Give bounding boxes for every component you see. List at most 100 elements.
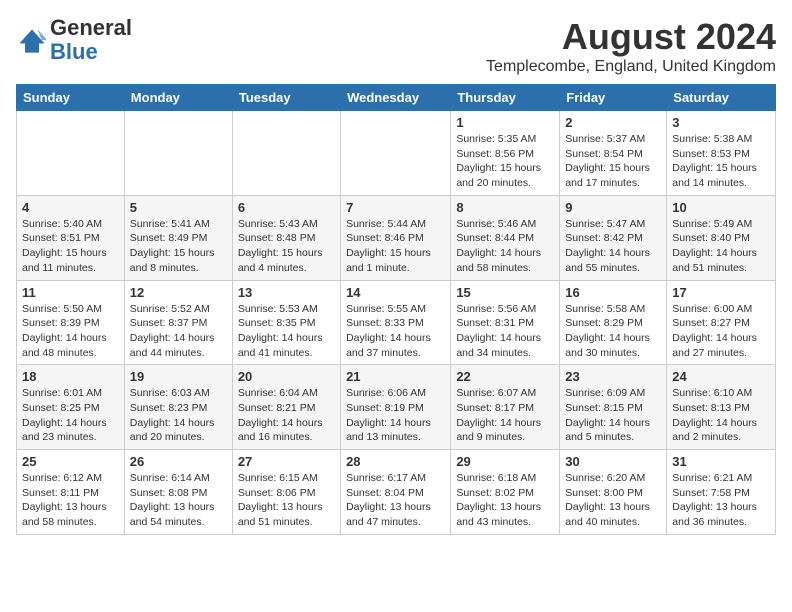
calendar-cell: 11 Sunrise: 5:50 AMSunset: 8:39 PMDayligh… <box>17 280 125 365</box>
calendar-week-4: 18 Sunrise: 6:01 AMSunset: 8:25 PMDayligh… <box>17 365 776 450</box>
calendar-cell: 10Sunrise: 5:49 AMSunset: 8:40 PMDayligh… <box>667 195 776 280</box>
day-info: Sunrise: 5:58 AMSunset: 8:29 PMDaylight:… <box>565 302 661 361</box>
column-header-monday: Monday <box>124 85 232 111</box>
day-info: Sunrise: 6:01 AMSunset: 8:25 PMDaylight:… <box>22 386 119 445</box>
day-number: 12 <box>130 285 227 300</box>
calendar-cell: 22Sunrise: 6:07 AMSunset: 8:17 PMDayligh… <box>451 365 560 450</box>
day-number: 14 <box>346 285 445 300</box>
calendar-cell: 17Sunrise: 6:00 AMSunset: 8:27 PMDayligh… <box>667 280 776 365</box>
calendar-cell: 12 Sunrise: 5:52 AMSunset: 8:37 PMDayligh… <box>124 280 232 365</box>
calendar-cell <box>232 111 340 196</box>
day-number: 22 <box>456 369 554 384</box>
day-info: Sunrise: 5:35 AMSunset: 8:56 PMDaylight:… <box>456 132 554 191</box>
day-number: 4 <box>22 200 119 215</box>
day-number: 26 <box>130 454 227 469</box>
day-info: Sunrise: 5:40 AMSunset: 8:51 PMDaylight:… <box>22 217 119 276</box>
day-number: 27 <box>238 454 335 469</box>
calendar-cell: 19Sunrise: 6:03 AMSunset: 8:23 PMDayligh… <box>124 365 232 450</box>
calendar-cell: 31Sunrise: 6:21 AMSunset: 7:58 PMDayligh… <box>667 450 776 535</box>
column-header-friday: Friday <box>560 85 667 111</box>
calendar-cell: 2 Sunrise: 5:37 AMSunset: 8:54 PMDaylight… <box>560 111 667 196</box>
day-info: Sunrise: 5:52 AMSunset: 8:37 PMDaylight:… <box>130 302 227 361</box>
calendar-body: 1 Sunrise: 5:35 AMSunset: 8:56 PMDaylight… <box>17 111 776 535</box>
calendar-cell: 9 Sunrise: 5:47 AMSunset: 8:42 PMDaylight… <box>560 195 667 280</box>
day-info: Sunrise: 6:04 AMSunset: 8:21 PMDaylight:… <box>238 386 335 445</box>
logo-general: General <box>50 15 132 40</box>
day-info: Sunrise: 6:06 AMSunset: 8:19 PMDaylight:… <box>346 386 445 445</box>
header: General Blue August 2024 Templecombe, En… <box>16 16 776 76</box>
calendar-cell: 13 Sunrise: 5:53 AMSunset: 8:35 PMDayligh… <box>232 280 340 365</box>
calendar-cell: 1 Sunrise: 5:35 AMSunset: 8:56 PMDaylight… <box>451 111 560 196</box>
title-area: August 2024 Templecombe, England, United… <box>486 16 776 76</box>
day-info: Sunrise: 6:18 AMSunset: 8:02 PMDaylight:… <box>456 471 554 530</box>
calendar-cell: 24 Sunrise: 6:10 AMSunset: 8:13 PMDayligh… <box>667 365 776 450</box>
month-year: August 2024 <box>486 16 776 58</box>
day-number: 24 <box>672 369 770 384</box>
day-number: 3 <box>672 115 770 130</box>
day-number: 5 <box>130 200 227 215</box>
day-info: Sunrise: 6:09 AMSunset: 8:15 PMDaylight:… <box>565 386 661 445</box>
day-info: Sunrise: 6:20 AMSunset: 8:00 PMDaylight:… <box>565 471 661 530</box>
day-number: 29 <box>456 454 554 469</box>
calendar-cell: 25 Sunrise: 6:12 AMSunset: 8:11 PMDayligh… <box>17 450 125 535</box>
calendar-cell: 26 Sunrise: 6:14 AMSunset: 8:08 PMDayligh… <box>124 450 232 535</box>
day-info: Sunrise: 6:03 AMSunset: 8:23 PMDaylight:… <box>130 386 227 445</box>
day-info: Sunrise: 5:44 AMSunset: 8:46 PMDaylight:… <box>346 217 445 276</box>
day-info: Sunrise: 5:38 AMSunset: 8:53 PMDaylight:… <box>672 132 770 191</box>
day-number: 2 <box>565 115 661 130</box>
day-number: 30 <box>565 454 661 469</box>
calendar-cell: 8Sunrise: 5:46 AMSunset: 8:44 PMDaylight… <box>451 195 560 280</box>
day-info: Sunrise: 6:15 AMSunset: 8:06 PMDaylight:… <box>238 471 335 530</box>
day-number: 16 <box>565 285 661 300</box>
day-info: Sunrise: 5:37 AMSunset: 8:54 PMDaylight:… <box>565 132 661 191</box>
column-header-sunday: Sunday <box>17 85 125 111</box>
day-info: Sunrise: 6:12 AMSunset: 8:11 PMDaylight:… <box>22 471 119 530</box>
day-info: Sunrise: 6:17 AMSunset: 8:04 PMDaylight:… <box>346 471 445 530</box>
day-info: Sunrise: 6:14 AMSunset: 8:08 PMDaylight:… <box>130 471 227 530</box>
calendar-header: SundayMondayTuesdayWednesdayThursdayFrid… <box>17 85 776 111</box>
day-info: Sunrise: 5:47 AMSunset: 8:42 PMDaylight:… <box>565 217 661 276</box>
calendar-cell: 29 Sunrise: 6:18 AMSunset: 8:02 PMDayligh… <box>451 450 560 535</box>
column-header-tuesday: Tuesday <box>232 85 340 111</box>
day-number: 25 <box>22 454 119 469</box>
calendar-cell: 7Sunrise: 5:44 AMSunset: 8:46 PMDaylight… <box>341 195 451 280</box>
calendar-cell: 18 Sunrise: 6:01 AMSunset: 8:25 PMDayligh… <box>17 365 125 450</box>
day-number: 11 <box>22 285 119 300</box>
calendar-week-3: 11 Sunrise: 5:50 AMSunset: 8:39 PMDayligh… <box>17 280 776 365</box>
column-header-wednesday: Wednesday <box>341 85 451 111</box>
day-number: 6 <box>238 200 335 215</box>
day-number: 9 <box>565 200 661 215</box>
day-number: 28 <box>346 454 445 469</box>
day-number: 21 <box>346 369 445 384</box>
calendar-cell: 14 Sunrise: 5:55 AMSunset: 8:33 PMDayligh… <box>341 280 451 365</box>
logo-icon <box>18 26 46 54</box>
logo: General Blue <box>16 16 132 64</box>
day-info: Sunrise: 5:56 AMSunset: 8:31 PMDaylight:… <box>456 302 554 361</box>
day-info: Sunrise: 5:55 AMSunset: 8:33 PMDaylight:… <box>346 302 445 361</box>
day-info: Sunrise: 5:53 AMSunset: 8:35 PMDaylight:… <box>238 302 335 361</box>
day-number: 13 <box>238 285 335 300</box>
calendar-week-1: 1 Sunrise: 5:35 AMSunset: 8:56 PMDaylight… <box>17 111 776 196</box>
day-number: 18 <box>22 369 119 384</box>
day-info: Sunrise: 5:50 AMSunset: 8:39 PMDaylight:… <box>22 302 119 361</box>
day-info: Sunrise: 5:49 AMSunset: 8:40 PMDaylight:… <box>672 217 770 276</box>
calendar-cell: 27 Sunrise: 6:15 AMSunset: 8:06 PMDayligh… <box>232 450 340 535</box>
day-number: 8 <box>456 200 554 215</box>
calendar-cell <box>124 111 232 196</box>
day-number: 20 <box>238 369 335 384</box>
logo-blue: Blue <box>50 39 98 64</box>
calendar-week-2: 4 Sunrise: 5:40 AMSunset: 8:51 PMDaylight… <box>17 195 776 280</box>
column-header-thursday: Thursday <box>451 85 560 111</box>
day-info: Sunrise: 6:10 AMSunset: 8:13 PMDaylight:… <box>672 386 770 445</box>
day-info: Sunrise: 5:43 AMSunset: 8:48 PMDaylight:… <box>238 217 335 276</box>
calendar-cell: 28 Sunrise: 6:17 AMSunset: 8:04 PMDayligh… <box>341 450 451 535</box>
calendar-cell: 20 Sunrise: 6:04 AMSunset: 8:21 PMDayligh… <box>232 365 340 450</box>
calendar-cell: 30 Sunrise: 6:20 AMSunset: 8:00 PMDayligh… <box>560 450 667 535</box>
location: Templecombe, England, United Kingdom <box>486 58 776 76</box>
header-row: SundayMondayTuesdayWednesdayThursdayFrid… <box>17 85 776 111</box>
calendar-cell: 3 Sunrise: 5:38 AMSunset: 8:53 PMDaylight… <box>667 111 776 196</box>
day-number: 1 <box>456 115 554 130</box>
day-number: 17 <box>672 285 770 300</box>
calendar-cell: 16 Sunrise: 5:58 AMSunset: 8:29 PMDayligh… <box>560 280 667 365</box>
calendar-table: SundayMondayTuesdayWednesdayThursdayFrid… <box>16 84 776 535</box>
